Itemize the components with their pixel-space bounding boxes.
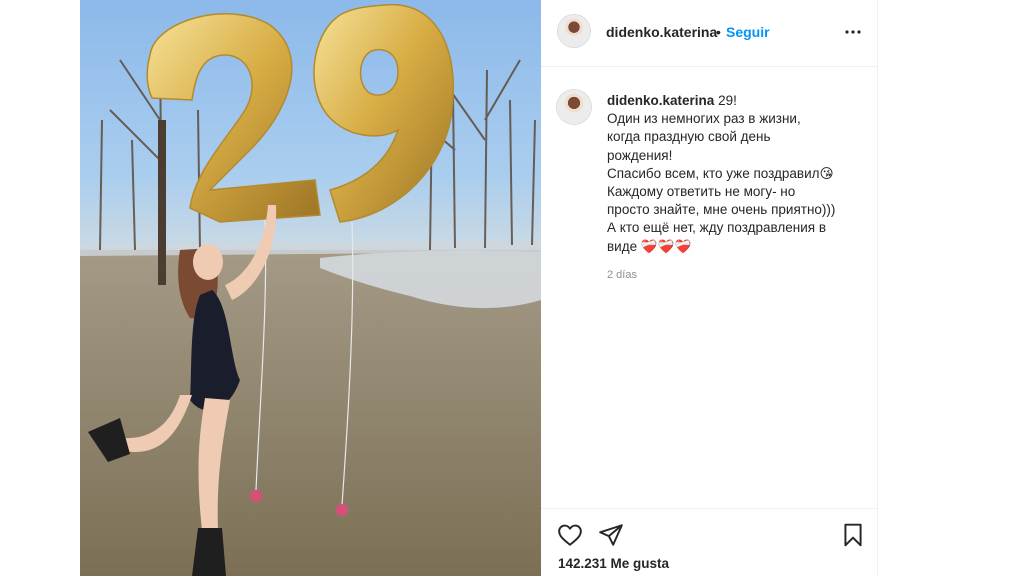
- caption-text: 29!: [718, 93, 737, 108]
- action-bar: 142.231 Me gusta: [541, 508, 877, 577]
- avatar[interactable]: [558, 15, 590, 47]
- caption-text: просто знайте, мне очень приятно))): [607, 202, 836, 218]
- likes-count[interactable]: 142.231 Me gusta: [558, 556, 669, 571]
- caption-text: Один из немногих раз в жизни,: [607, 111, 801, 127]
- separator-dot: •: [716, 24, 721, 40]
- caption-text: А кто ещё нет, жду поздравления в: [607, 220, 827, 236]
- caption-username[interactable]: didenko.katerina: [607, 93, 714, 108]
- face: [193, 244, 223, 280]
- post-panel: didenko.katerina • Seguir didenko.kateri…: [541, 0, 878, 576]
- post-photo[interactable]: [80, 0, 541, 576]
- balloon-nine: [313, 3, 454, 223]
- post-header: didenko.katerina • Seguir: [541, 0, 877, 67]
- caption-text: когда праздную свой день: [607, 129, 771, 145]
- paper-plane-icon[interactable]: [598, 522, 624, 548]
- post-timestamp[interactable]: 2 días: [607, 269, 637, 281]
- caption-text: Спасибо всем, кто уже поздравил😘: [607, 165, 834, 181]
- caption-avatar[interactable]: [557, 90, 591, 124]
- bookmark-icon[interactable]: [840, 522, 866, 548]
- balloon-weight: [336, 504, 348, 516]
- caption-text: виде ❤️‍🩹❤️‍🩹❤️‍🩹: [607, 238, 692, 254]
- caption-text: рождения!: [607, 147, 673, 163]
- tree-trunk: [158, 120, 166, 285]
- balloon-weight: [250, 490, 262, 502]
- follow-button[interactable]: Seguir: [726, 24, 770, 40]
- more-horizontal-icon[interactable]: [844, 23, 862, 41]
- post-caption: didenko.katerina 29! Один из немногих ра…: [607, 92, 857, 256]
- boot: [192, 528, 226, 576]
- balloon-two: [146, 13, 321, 223]
- caption-line-first: didenko.katerina 29!: [607, 92, 857, 110]
- heart-icon[interactable]: [557, 522, 583, 548]
- caption-text: Каждому ответить не могу- но: [607, 184, 796, 200]
- username-link[interactable]: didenko.katerina: [606, 24, 717, 40]
- photo-illustration: [80, 3, 541, 576]
